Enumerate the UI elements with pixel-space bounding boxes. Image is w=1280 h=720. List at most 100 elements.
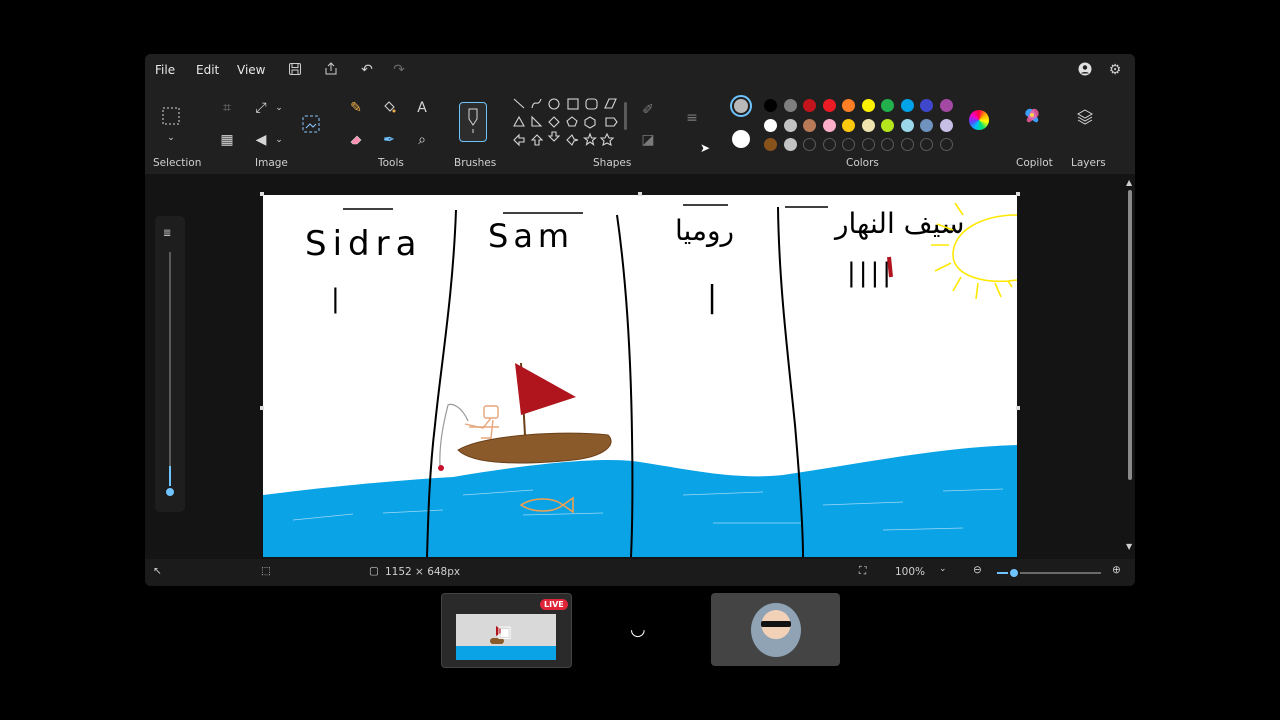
brush-icon[interactable]: [459, 102, 487, 142]
color-swatch[interactable]: [783, 99, 797, 112]
redo-icon[interactable]: ↷: [391, 62, 407, 78]
boat-sail: [515, 363, 576, 415]
custom-color-slot[interactable]: [861, 138, 875, 151]
color-swatch[interactable]: [822, 99, 836, 112]
image-select-icon[interactable]: ▦: [218, 132, 236, 148]
primary-color[interactable]: [730, 95, 752, 117]
fill-style-icon[interactable]: ◪: [639, 132, 657, 148]
menu-file[interactable]: File: [155, 63, 175, 77]
canvas-resize-handle[interactable]: [1016, 406, 1020, 410]
canvas-resize-handle[interactable]: [638, 192, 642, 196]
canvas-resize-handle[interactable]: [1016, 192, 1020, 196]
brush-size-slider-thumb[interactable]: [164, 486, 176, 498]
color-swatch[interactable]: [822, 118, 836, 132]
canvas-workspace: ≣ Sidra Sam روميا سيف النهار | | |||| ▲ …: [145, 174, 1135, 559]
screen-share-tile[interactable]: ▣ LIVE: [441, 593, 572, 668]
custom-color-slot[interactable]: [900, 138, 914, 151]
rotate-dropdown-icon[interactable]: ⌄: [270, 132, 288, 148]
scroll-up-icon[interactable]: ▲: [1126, 178, 1132, 187]
color-swatch[interactable]: [783, 138, 797, 151]
custom-color-slot[interactable]: [803, 138, 816, 151]
color-swatch[interactable]: [764, 99, 777, 112]
fill-bucket-icon[interactable]: [380, 100, 398, 116]
participant-tile[interactable]: ◡: [580, 593, 700, 666]
color-swatch[interactable]: [803, 118, 816, 132]
save-icon[interactable]: [287, 62, 303, 78]
image-group-label: Image: [255, 157, 288, 169]
color-swatch[interactable]: [842, 99, 855, 112]
smile-face-icon: ◡: [630, 619, 646, 640]
resize-dropdown-icon[interactable]: ⌄: [270, 100, 288, 116]
share-icon[interactable]: [323, 62, 339, 78]
resize-icon[interactable]: ⤢: [252, 100, 270, 116]
text-tool-icon[interactable]: A: [413, 100, 431, 116]
secondary-color[interactable]: [732, 130, 750, 148]
fisherman-drawing: [464, 405, 499, 439]
canvas-size-icon: ▢: [369, 565, 379, 577]
fishing-bobber: [438, 465, 444, 471]
color-swatch[interactable]: [803, 99, 816, 112]
fit-to-window-icon[interactable]: ⛶: [859, 565, 866, 578]
crop-icon[interactable]: ⌗: [218, 100, 236, 116]
layers-icon[interactable]: [1075, 108, 1095, 128]
shape-size-icon[interactable]: ≡: [683, 110, 701, 126]
pencil-icon[interactable]: ✎: [347, 100, 365, 116]
zoom-in-icon[interactable]: ⊕: [1112, 564, 1121, 576]
tools-group-label: Tools: [378, 157, 404, 169]
status-bar: ↖ ⬚ ▢ 1152 × 648px ⛶ 100% ⌄ ⊖ ⊕: [145, 559, 1135, 586]
name-arabic-1: روميا: [675, 214, 734, 247]
canvas-resize-handle[interactable]: [260, 406, 264, 410]
brush-size-track[interactable]: [169, 252, 171, 492]
color-swatch[interactable]: [920, 99, 933, 112]
live-badge: LIVE: [540, 599, 568, 610]
color-swatch[interactable]: [861, 118, 875, 132]
zoom-level-select[interactable]: 100%: [895, 566, 925, 578]
canvas-resize-handle[interactable]: [260, 192, 264, 196]
color-swatch[interactable]: [881, 118, 894, 132]
color-swatch[interactable]: [764, 138, 777, 151]
custom-color-slot[interactable]: [842, 138, 855, 151]
shapes-scrollbar[interactable]: [624, 102, 627, 130]
shapes-gallery[interactable]: [511, 96, 621, 154]
color-swatch[interactable]: [861, 99, 875, 112]
custom-color-slot[interactable]: [939, 138, 953, 151]
color-swatch[interactable]: [900, 118, 914, 132]
color-swatch[interactable]: [939, 99, 953, 112]
color-picker-icon[interactable]: ✒: [380, 132, 398, 148]
selection-dropdown-icon[interactable]: ⌄: [162, 130, 180, 146]
custom-color-slot[interactable]: [881, 138, 894, 151]
edit-colors-icon[interactable]: [969, 110, 989, 130]
magnifier-icon[interactable]: ⌕: [413, 132, 431, 148]
zoom-dropdown-icon[interactable]: ⌄: [939, 564, 947, 574]
outline-icon[interactable]: ✐: [639, 102, 657, 118]
color-swatch[interactable]: [920, 118, 933, 132]
color-swatch[interactable]: [842, 118, 855, 132]
background-removal-icon[interactable]: [300, 114, 322, 136]
custom-color-slot[interactable]: [822, 138, 836, 151]
custom-color-slot[interactable]: [920, 138, 933, 151]
name-sidra: Sidra: [305, 224, 422, 264]
color-swatch[interactable]: [764, 118, 777, 132]
name-sam: Sam: [488, 217, 574, 255]
zoom-slider-thumb[interactable]: [1008, 567, 1020, 579]
copilot-icon[interactable]: [1021, 106, 1043, 128]
zoom-out-icon[interactable]: ⊖: [973, 564, 982, 576]
color-swatch[interactable]: [881, 99, 894, 112]
name-arabic-2: سيف النهار: [833, 207, 965, 240]
menu-view[interactable]: View: [237, 63, 265, 77]
selection-rectangle-icon[interactable]: [160, 106, 182, 128]
scroll-down-icon[interactable]: ▼: [1126, 542, 1132, 551]
paint-window: File Edit View ↶ ↷ ⚙ ⌄ Selection ⌗ ⤢ ⌄ ▦…: [145, 54, 1135, 586]
settings-gear-icon[interactable]: ⚙: [1107, 62, 1123, 78]
undo-icon[interactable]: ↶: [359, 62, 375, 78]
drawing-canvas[interactable]: Sidra Sam روميا سيف النهار | | ||||: [263, 195, 1018, 558]
vertical-scrollbar-thumb[interactable]: [1128, 190, 1132, 480]
color-swatch[interactable]: [939, 118, 953, 132]
account-icon[interactable]: [1077, 62, 1093, 78]
rotate-icon[interactable]: ◀: [252, 132, 270, 148]
color-swatch[interactable]: [783, 118, 797, 132]
eraser-icon[interactable]: [347, 132, 365, 148]
camera-tile[interactable]: [711, 593, 840, 666]
menu-edit[interactable]: Edit: [196, 63, 219, 77]
color-swatch[interactable]: [900, 99, 914, 112]
